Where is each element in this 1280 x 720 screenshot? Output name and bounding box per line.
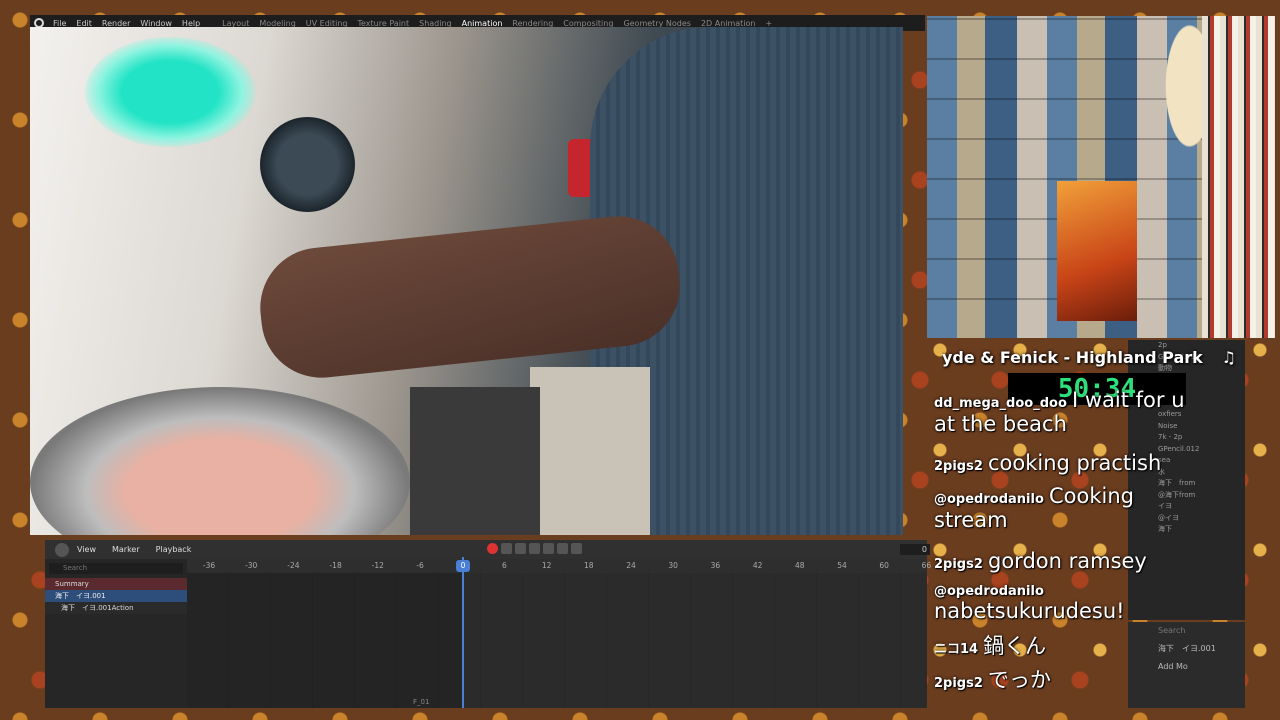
chat-username: ニコ14 (934, 642, 979, 657)
dragon-poster (1057, 181, 1137, 321)
chat-text: gordon ramsey (988, 549, 1147, 573)
webcam-cooking-feed (30, 27, 903, 535)
menu-marker[interactable]: Marker (104, 545, 148, 554)
now-playing: yde & Fenick - Highland Park ♫ (942, 348, 1242, 370)
chat-username: dd_mega_doo_doo (934, 396, 1067, 411)
bookshelf (1202, 16, 1275, 338)
editor-type-icon[interactable] (55, 542, 69, 557)
menu-view[interactable]: View (69, 545, 104, 554)
ruler-tick-label: 24 (626, 561, 636, 570)
stove (410, 387, 540, 535)
channel-summary[interactable]: Summary (45, 578, 187, 590)
shelf (530, 367, 650, 535)
ruler-tick-label: 42 (752, 561, 763, 570)
ruler-tick-label: 12 (541, 561, 552, 570)
frame-ruler[interactable]: -36 -30 -24 -18 -12 -6 0 6 12 18 24 30 36 42 48 54 60 66 (187, 559, 931, 573)
chat-text: nabetsukurudesu! (934, 599, 1125, 623)
now-playing-text: yde & Fenick - Highland Park (942, 348, 1203, 367)
prev-keyframe-icon[interactable] (515, 543, 526, 554)
ruler-tick-label: 6 (502, 561, 507, 570)
menu-playback[interactable]: Playback (148, 545, 200, 554)
record-icon[interactable] (487, 543, 498, 554)
music-note-icon: ♫ (1221, 348, 1236, 367)
ruler-tick-label: 54 (837, 561, 847, 570)
ruler-tick-label: -24 (287, 561, 300, 570)
chat-message: @opedrodanilo nabetsukurudesu! (934, 580, 1209, 623)
jump-end-icon[interactable] (571, 543, 582, 554)
next-keyframe-icon[interactable] (557, 543, 568, 554)
ruler-tick-label: -18 (329, 561, 342, 570)
chat-username: @opedrodanilo (934, 584, 1044, 599)
out-of-range-region (187, 573, 462, 708)
ruler-tick-label: -12 (371, 561, 384, 570)
channel-list: Search Summary 海下 イヨ.001 海下 イヨ.001Action (45, 559, 187, 708)
chat-username: @opedrodanilo (934, 492, 1044, 507)
playhead[interactable] (462, 557, 464, 708)
chat-message: ニコ14 鍋くん (934, 630, 1209, 660)
ruler-tick-label: 60 (879, 561, 889, 570)
chat-username: 2pigs2 (934, 459, 983, 474)
chat-message: @opedrodanilo Cooking stream (934, 484, 1209, 532)
frame-indicator: F_01 (413, 698, 430, 706)
jump-start-icon[interactable] (501, 543, 512, 554)
lamp (260, 117, 355, 212)
ruler-tick-label: -6 (416, 561, 424, 570)
play-icon[interactable] (543, 543, 554, 554)
chat-username: 2pigs2 (934, 676, 983, 691)
chat-message: 2pigs2 でっか (934, 664, 1209, 694)
cooking-pot (30, 387, 410, 535)
ruler-tick-label: -30 (245, 561, 258, 570)
ruler-tick-label: -36 (202, 561, 216, 570)
timeline-editor: View Marker Playback 0 Search Summary 海下… (45, 540, 931, 708)
webcam-room-feed (927, 16, 1275, 338)
keyframe-area[interactable] (187, 573, 927, 708)
channel-object[interactable]: 海下 イヨ.001 (45, 590, 187, 602)
ruler-tick-label: 66 (921, 561, 932, 570)
playhead-frame-label[interactable]: 0 (456, 560, 470, 572)
teal-light (85, 37, 255, 147)
chat-username: 2pigs2 (934, 557, 983, 572)
play-reverse-icon[interactable] (529, 543, 540, 554)
chat-text: cooking practish (988, 451, 1162, 475)
current-frame-field[interactable]: 0 (900, 544, 930, 555)
chat-text: でっか (988, 668, 1051, 692)
chat-text: 鍋くん (983, 634, 1047, 658)
chat-message: 2pigs2 cooking practish (934, 451, 1209, 475)
channel-action[interactable]: 海下 イヨ.001Action (45, 602, 187, 614)
chat-message: 2pigs2 gordon ramsey (934, 549, 1209, 573)
chat-message: dd_mega_doo_doo I wait for u at the beac… (934, 388, 1209, 436)
timeline-header: View Marker Playback 0 (45, 540, 930, 559)
ruler-tick-label: 18 (584, 561, 594, 570)
ruler-tick-label: 48 (795, 561, 805, 570)
chat-overlay: dd_mega_doo_doo I wait for u at the beac… (934, 388, 1185, 692)
playback-controls (487, 543, 582, 554)
channel-search-input[interactable]: Search (49, 563, 183, 574)
ruler-tick-label: 36 (710, 561, 721, 570)
ruler-tick-label: 30 (668, 561, 678, 570)
